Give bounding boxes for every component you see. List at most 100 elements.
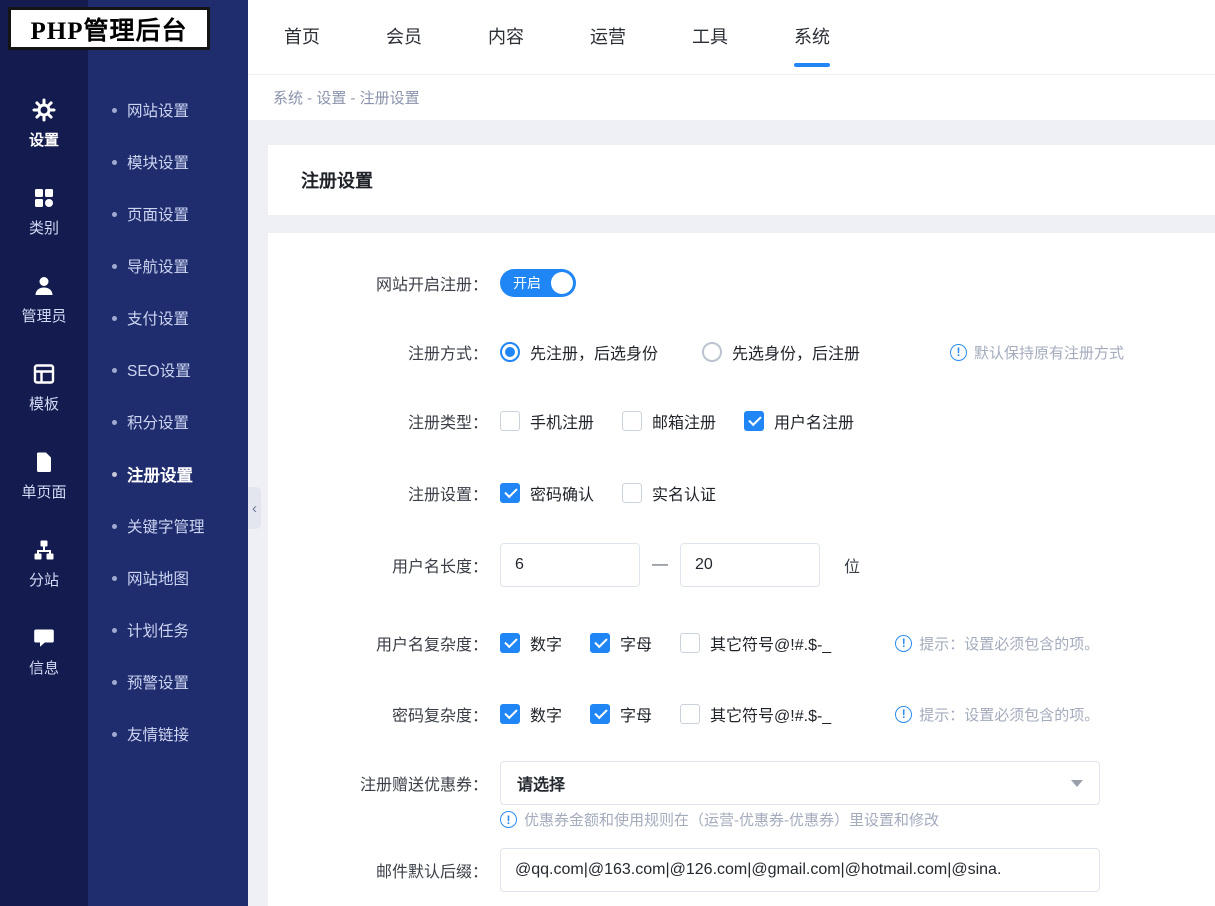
bullet-icon — [112, 367, 117, 373]
sidebar-item-alert-settings[interactable]: 预警设置 — [88, 656, 248, 708]
rail-item-label: 类别 — [28, 220, 59, 237]
sidebar-item-messages[interactable]: 信息 — [0, 608, 88, 696]
username-complexity-hint: 提示：设置必须包含的项。 — [895, 633, 1099, 654]
sidebar-item-single-page[interactable]: 单页面 — [0, 432, 88, 520]
logo-text: PHP管理后台 — [30, 17, 188, 45]
checkbox-email-register[interactable]: 邮箱注册 — [622, 409, 716, 433]
checkbox-username-digits[interactable]: 数字 — [500, 631, 562, 655]
form-row-register-mode: 注册方式： 先注册，后选身份 先选身份，后注册 默认保持原有注册方式 — [268, 330, 1215, 374]
bullet-icon — [112, 263, 117, 269]
sidebar-item-categories[interactable]: 类别 — [0, 168, 88, 256]
sidebar-item-admins[interactable]: 管理员 — [0, 256, 88, 344]
register-mode-hint: 默认保持原有注册方式 — [950, 342, 1124, 363]
checkbox-phone-register[interactable]: 手机注册 — [500, 409, 594, 433]
sidebar-item-subsites[interactable]: 分站 — [0, 520, 88, 608]
collapse-sidebar-handle[interactable] — [248, 487, 261, 529]
checkbox-icon — [500, 411, 520, 431]
field-label: 注册类型： — [407, 415, 488, 432]
sidebar-item-friend-links[interactable]: 友情链接 — [88, 708, 248, 760]
username-max-length-input[interactable] — [680, 543, 820, 587]
submenu-label: 注册设置 — [127, 467, 193, 485]
site-register-toggle[interactable]: 开启 — [500, 269, 576, 297]
nav-item-members[interactable]: 会员 — [386, 0, 422, 75]
sidebar-item-payment-settings[interactable]: 支付设置 — [88, 292, 248, 344]
nav-item-content[interactable]: 内容 — [488, 0, 524, 75]
breadcrumb-text: 系统 - 设置 - 注册设置 — [273, 90, 420, 107]
range-separator: — — [652, 556, 668, 573]
radio-icon — [702, 342, 723, 362]
submenu-label: 模块设置 — [127, 155, 190, 172]
checkbox-real-name-auth[interactable]: 实名认证 — [622, 481, 716, 505]
checkbox-username-register[interactable]: 用户名注册 — [744, 409, 854, 433]
username-min-length-input[interactable] — [500, 543, 640, 587]
coupon-hint: 优惠券金额和使用规则在（运营-优惠券-优惠券）里设置和修改 — [500, 809, 1215, 830]
gear-icon — [32, 98, 56, 122]
checkbox-username-symbols[interactable]: 其它符号@!#.$-_ — [680, 631, 831, 655]
checkbox-password-digits[interactable]: 数字 — [500, 702, 562, 726]
toggle-label: 开启 — [513, 275, 541, 291]
sidebar-item-cron-tasks[interactable]: 计划任务 — [88, 604, 248, 656]
nav-item-operations[interactable]: 运营 — [590, 0, 626, 75]
bullet-icon — [112, 575, 117, 581]
sitemap-icon — [32, 538, 56, 562]
field-label: 用户名长度： — [391, 559, 488, 576]
checkbox-username-letters[interactable]: 字母 — [590, 631, 652, 655]
form-row-username-length: 用户名长度： — 位 — [268, 543, 1215, 587]
checkbox-icon — [500, 633, 520, 653]
rail-item-label: 信息 — [28, 660, 59, 677]
sidebar-item-seo-settings[interactable]: SEO设置 — [88, 344, 248, 396]
option-label: 先选身份，后注册 — [732, 346, 861, 363]
form-row-password-complexity: 密码复杂度： 数字 字母 其它符号@!#.$-_ ! 提示：设置必须包含的项。 — [268, 692, 1215, 736]
option-label: 字母 — [620, 637, 653, 654]
sidebar-item-sitemap[interactable]: 网站地图 — [88, 552, 248, 604]
nav-item-system[interactable]: 系统 — [794, 0, 830, 75]
bullet-icon — [112, 211, 117, 217]
sidebar-secondary: 网站设置 模块设置 页面设置 导航设置 支付设置 SEO设置 积分设置 注册设置… — [88, 0, 248, 906]
email-suffix-input[interactable] — [500, 848, 1100, 892]
option-label: 数字 — [530, 708, 563, 725]
bullet-icon — [112, 679, 117, 685]
bullet-icon — [112, 107, 117, 113]
sidebar-item-website-settings[interactable]: 网站设置 — [88, 84, 248, 136]
user-icon — [32, 274, 56, 298]
register-settings-form: 网站开启注册： 开启 注册方式： 先注册，后选身份 先选身份，后注册 ! 默认保… — [268, 233, 1215, 906]
nav-item-tools[interactable]: 工具 — [692, 0, 728, 75]
bullet-icon — [112, 419, 117, 425]
field-label: 注册方式： — [407, 346, 488, 363]
sidebar-item-settings[interactable]: 设置 — [0, 80, 88, 168]
nav-label: 内容 — [488, 26, 524, 47]
hint-text: 提示：设置必须包含的项。 — [919, 706, 1100, 724]
radio-register-then-identity[interactable]: 先注册，后选身份 — [500, 340, 658, 364]
option-label: 密码确认 — [530, 487, 595, 504]
hint-text: 优惠券金额和使用规则在（运营-优惠券-优惠券）里设置和修改 — [524, 812, 939, 829]
sidebar-item-page-settings[interactable]: 页面设置 — [88, 188, 248, 240]
sidebar-item-nav-settings[interactable]: 导航设置 — [88, 240, 248, 292]
nav-item-home[interactable]: 首页 — [284, 0, 320, 75]
info-icon — [895, 634, 913, 652]
checkbox-icon — [744, 411, 765, 431]
checkbox-password-symbols[interactable]: 其它符号@!#.$-_ — [680, 702, 831, 726]
form-row-site-register: 网站开启注册： 开启 — [268, 261, 1215, 305]
sidebar-item-templates[interactable]: 模板 — [0, 344, 88, 432]
checkbox-password-confirm[interactable]: 密码确认 — [500, 481, 594, 505]
submenu-label: 计划任务 — [127, 623, 190, 640]
checkbox-icon — [500, 704, 520, 724]
sidebar-item-register-settings[interactable]: 注册设置 — [88, 448, 248, 500]
nav-label: 工具 — [692, 26, 728, 47]
form-row-register-type: 注册类型： 手机注册 邮箱注册 用户名注册 — [268, 399, 1215, 443]
field-label: 注册设置： — [407, 487, 488, 504]
grid-icon — [32, 186, 56, 210]
option-label: 邮箱注册 — [652, 415, 717, 432]
hint-text: 提示：设置必须包含的项。 — [919, 635, 1100, 653]
radio-identity-then-register[interactable]: 先选身份，后注册 — [702, 340, 860, 364]
content-area: 注册设置 网站开启注册： 开启 注册方式： 先注册，后选身份 先选身份，后注册 … — [248, 120, 1215, 906]
sidebar-item-keyword-manage[interactable]: 关键字管理 — [88, 500, 248, 552]
sidebar-item-points-settings[interactable]: 积分设置 — [88, 396, 248, 448]
option-label: 实名认证 — [652, 487, 717, 504]
coupon-select[interactable]: 请选择 — [500, 761, 1100, 805]
submenu-label: 导航设置 — [127, 259, 190, 276]
checkbox-password-letters[interactable]: 字母 — [590, 702, 652, 726]
sidebar-item-module-settings[interactable]: 模块设置 — [88, 136, 248, 188]
message-icon — [32, 626, 56, 650]
app-logo: PHP管理后台 — [8, 7, 210, 50]
